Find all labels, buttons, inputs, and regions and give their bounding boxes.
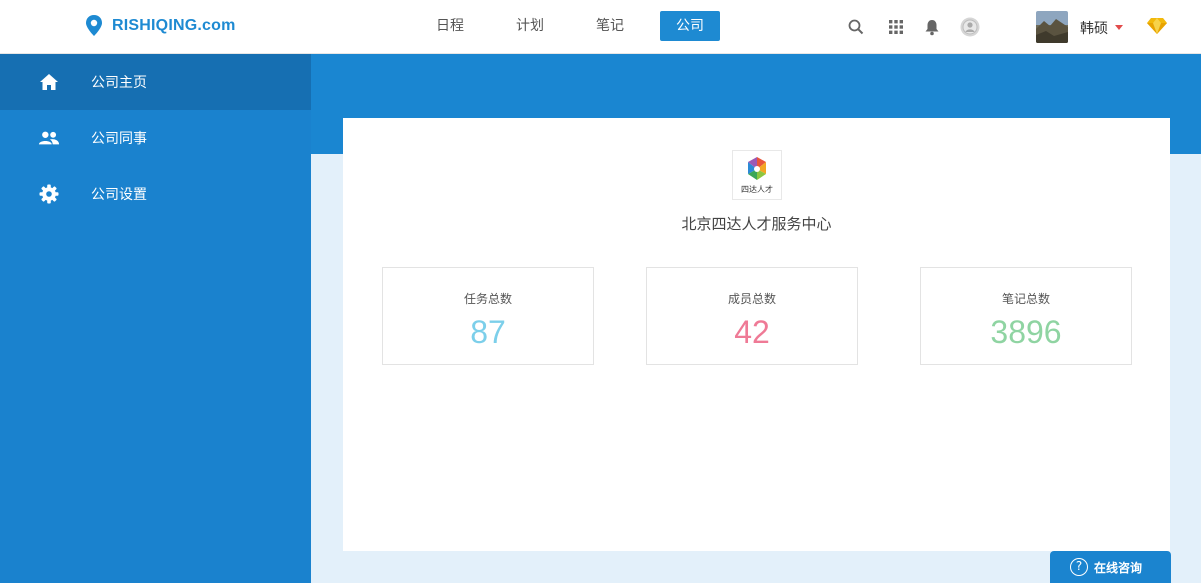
sidebar-item-home[interactable]: 公司主页 [0, 54, 311, 110]
stat-label: 成员总数 [727, 292, 776, 306]
sidebar: 公司主页 公司同事 公司设置 [0, 54, 311, 583]
nav-item-schedule[interactable]: 日程 [420, 11, 480, 41]
home-icon [38, 71, 60, 93]
main-nav: 日程 计划 笔记 公司 [420, 11, 740, 41]
gear-icon [38, 183, 60, 205]
location-pin-icon [86, 15, 102, 36]
bell-icon[interactable] [922, 17, 942, 37]
nav-item-notes[interactable]: 笔记 [580, 11, 640, 41]
sidebar-item-label: 公司设置 [91, 187, 147, 203]
top-bar: RISHIQING.com 日程 计划 笔记 公司 韩硕 [0, 0, 1201, 54]
stat-tasks: 任务总数 87 [382, 267, 594, 365]
user-circle-icon[interactable] [960, 17, 980, 37]
stat-label: 笔记总数 [1001, 292, 1050, 306]
user-name[interactable]: 韩硕 [1080, 18, 1108, 38]
nav-item-company[interactable]: 公司 [660, 11, 720, 41]
sidebar-item-settings[interactable]: 公司设置 [0, 166, 311, 222]
chevron-down-icon[interactable] [1115, 25, 1123, 30]
stat-label: 任务总数 [463, 292, 512, 306]
people-icon [38, 127, 60, 149]
sidebar-item-label: 公司主页 [91, 75, 147, 91]
online-consult-label: 在线咨询 [1094, 560, 1143, 575]
company-logo-caption: 四达人才 [741, 185, 773, 194]
nav-item-plan[interactable]: 计划 [500, 11, 560, 41]
avatar[interactable] [1036, 11, 1068, 43]
help-icon: ? [1070, 558, 1088, 576]
brand-logo[interactable]: RISHIQING.com [84, 14, 236, 38]
apps-grid-icon[interactable] [886, 17, 906, 37]
company-logo: 四达人才 [732, 150, 782, 200]
stat-members: 成员总数 42 [646, 267, 858, 365]
sidebar-item-label: 公司同事 [91, 131, 147, 147]
sidebar-item-colleagues[interactable]: 公司同事 [0, 110, 311, 166]
online-consult-button[interactable]: ? 在线咨询 [1050, 551, 1171, 583]
company-card: 四达人才 北京四达人才服务中心 任务总数 87 成员总数 42 笔记总数 389… [343, 118, 1170, 551]
brand-name: RISHIQING.com [112, 17, 236, 34]
stat-value: 3896 [990, 314, 1062, 350]
diamond-icon[interactable] [1146, 17, 1168, 39]
company-name: 北京四达人才服务中心 [681, 215, 832, 233]
stat-notes: 笔记总数 3896 [920, 267, 1132, 365]
stat-value: 42 [734, 314, 770, 350]
search-icon[interactable] [846, 17, 866, 37]
company-logo-icon [748, 157, 766, 180]
stat-value: 87 [470, 314, 506, 350]
